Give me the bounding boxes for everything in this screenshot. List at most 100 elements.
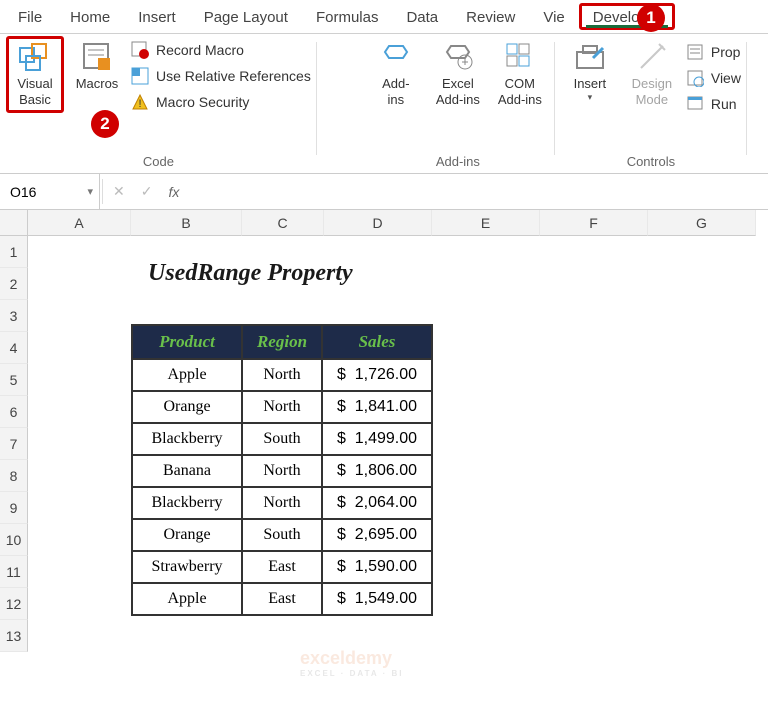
record-macro-button[interactable]: Record Macro (130, 40, 311, 60)
region-cell[interactable]: North (242, 455, 322, 487)
code-group-label: Code (143, 154, 174, 173)
region-cell[interactable]: South (242, 519, 322, 551)
sheet-title: UsedRange Property (148, 260, 353, 287)
region-cell[interactable]: East (242, 583, 322, 615)
region-cell[interactable]: North (242, 359, 322, 391)
record-label: Record Macro (156, 42, 244, 58)
table-header-cell: Region (242, 325, 322, 359)
row-header[interactable]: 13 (0, 620, 28, 652)
vb-icon (18, 40, 52, 74)
select-all-corner[interactable] (0, 210, 28, 236)
row-header[interactable]: 3 (0, 300, 28, 332)
cancel-formula-button[interactable]: ✕ (105, 183, 133, 200)
column-header[interactable]: E (432, 210, 540, 236)
macros-icon (80, 40, 114, 74)
column-header[interactable]: C (242, 210, 324, 236)
product-cell[interactable]: Banana (132, 455, 242, 487)
sales-cell[interactable]: $2,695.00 (322, 519, 432, 551)
row-header[interactable]: 2 (0, 268, 28, 300)
name-box-input[interactable] (6, 183, 64, 201)
row-header[interactable]: 4 (0, 332, 28, 364)
macros-label: Macros (76, 76, 119, 92)
fx-button[interactable]: fx (160, 184, 187, 200)
row-headers: 12345678910111213 (0, 210, 28, 652)
insert-control-button[interactable]: Insert ▾ (561, 36, 619, 107)
region-cell[interactable]: South (242, 423, 322, 455)
product-cell[interactable]: Orange (132, 391, 242, 423)
row-header[interactable]: 8 (0, 460, 28, 492)
name-box[interactable]: ▾ (0, 174, 100, 209)
product-cell[interactable]: Orange (132, 519, 242, 551)
product-cell[interactable]: Blackberry (132, 487, 242, 519)
props-label: Prop (711, 44, 741, 60)
confirm-formula-button[interactable]: ✓ (133, 183, 161, 200)
table-header-row: ProductRegionSales (132, 325, 432, 359)
tab-page-layout[interactable]: Page Layout (190, 3, 302, 30)
watermark: exceldemy EXCEL · DATA · BI (300, 648, 403, 678)
column-header[interactable]: G (648, 210, 756, 236)
properties-icon (685, 42, 705, 62)
row-header[interactable]: 5 (0, 364, 28, 396)
table-header-cell: Product (132, 325, 242, 359)
macros-button[interactable]: Macros (68, 36, 126, 96)
region-cell[interactable]: North (242, 391, 322, 423)
table-row: StrawberryEast$1,590.00 (132, 551, 432, 583)
addins-button[interactable]: Add- ins (367, 36, 425, 113)
row-header[interactable]: 9 (0, 492, 28, 524)
relative-refs-button[interactable]: Use Relative References (130, 66, 311, 86)
row-header[interactable]: 6 (0, 396, 28, 428)
tab-data[interactable]: Data (392, 3, 452, 30)
record-icon (130, 40, 150, 60)
row-header[interactable]: 11 (0, 556, 28, 588)
row-header[interactable]: 12 (0, 588, 28, 620)
product-cell[interactable]: Apple (132, 359, 242, 391)
com-addins-icon (503, 40, 537, 74)
product-cell[interactable]: Blackberry (132, 423, 242, 455)
region-cell[interactable]: North (242, 487, 322, 519)
row-header[interactable]: 7 (0, 428, 28, 460)
tab-home[interactable]: Home (56, 3, 124, 30)
tab-formulas[interactable]: Formulas (302, 3, 393, 30)
column-header[interactable]: A (28, 210, 131, 236)
sales-cell[interactable]: $1,806.00 (322, 455, 432, 487)
design-mode-button[interactable]: Design Mode (623, 36, 681, 113)
table-row: OrangeSouth$2,695.00 (132, 519, 432, 551)
region-cell[interactable]: East (242, 551, 322, 583)
chevron-down-icon[interactable]: ▾ (87, 185, 93, 198)
row-header[interactable]: 1 (0, 236, 28, 268)
run-dialog-button[interactable]: Run (685, 94, 741, 114)
sales-cell[interactable]: $1,726.00 (322, 359, 432, 391)
column-headers: ABCDEFG (28, 210, 768, 236)
controls-group-label: Controls (627, 154, 675, 173)
sales-cell[interactable]: $1,499.00 (322, 423, 432, 455)
product-cell[interactable]: Strawberry (132, 551, 242, 583)
tab-file[interactable]: File (4, 3, 56, 30)
column-header[interactable]: F (540, 210, 648, 236)
com-addins-label: COM Add-ins (498, 76, 542, 109)
visual-basic-button[interactable]: Visual Basic (6, 36, 64, 113)
sales-cell[interactable]: $1,549.00 (322, 583, 432, 615)
com-addins-button[interactable]: COM Add-ins (491, 36, 549, 113)
relative-icon (130, 66, 150, 86)
sales-cell[interactable]: $2,064.00 (322, 487, 432, 519)
sales-cell[interactable]: $1,590.00 (322, 551, 432, 583)
data-table: ProductRegionSales AppleNorth$1,726.00Or… (131, 324, 433, 616)
tab-insert[interactable]: Insert (124, 3, 190, 30)
sales-cell[interactable]: $1,841.00 (322, 391, 432, 423)
properties-button[interactable]: Prop (685, 42, 741, 62)
column-header[interactable]: B (131, 210, 242, 236)
row-header[interactable]: 10 (0, 524, 28, 556)
tab-view[interactable]: Vie (529, 3, 578, 30)
view-code-button[interactable]: View (685, 68, 741, 88)
column-header[interactable]: D (324, 210, 432, 236)
chevron-down-icon: ▾ (588, 92, 593, 103)
product-cell[interactable]: Apple (132, 583, 242, 615)
macro-security-button[interactable]: ! Macro Security (130, 92, 311, 112)
formula-bar-input[interactable] (187, 174, 768, 209)
excel-addins-button[interactable]: Excel Add-ins (429, 36, 487, 113)
tab-review[interactable]: Review (452, 3, 529, 30)
design-icon (635, 40, 669, 74)
table-row: AppleNorth$1,726.00 (132, 359, 432, 391)
relative-label: Use Relative References (156, 68, 311, 84)
addins-label: Add- ins (382, 76, 409, 109)
